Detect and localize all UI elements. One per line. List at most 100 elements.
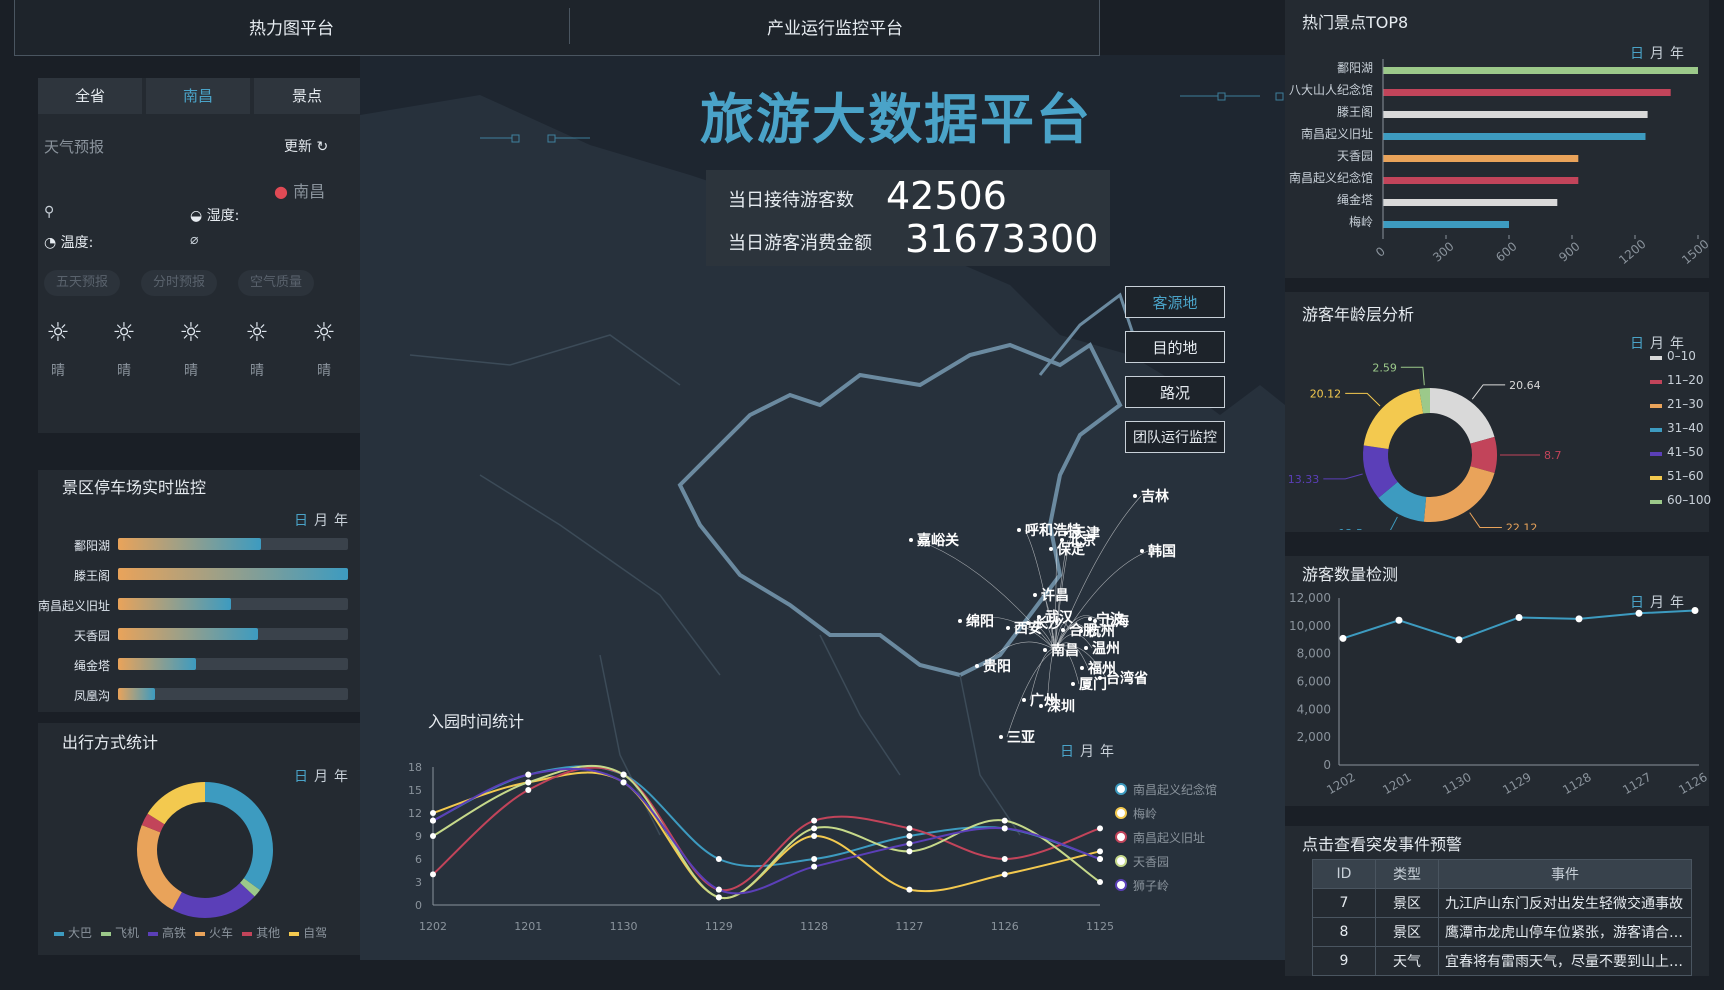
refresh-label: 更新 — [284, 139, 312, 155]
bar-category-label: 绳金塔 — [1337, 192, 1373, 207]
table-row[interactable]: 9 天气 宜春将有雷雨天气，尽量不要到山上… — [1312, 946, 1692, 976]
data-point — [620, 779, 627, 786]
data-point — [1001, 817, 1008, 824]
legend-swatch — [195, 931, 206, 936]
y-tick-label: 12 — [408, 807, 422, 820]
data-point — [430, 871, 436, 878]
legend-marker — [1117, 833, 1125, 841]
team-monitor-button[interactable]: 团队运行监控 — [1125, 421, 1225, 453]
origin-button[interactable]: 客源地 — [1125, 286, 1225, 318]
tab-province[interactable]: 全省 — [38, 78, 142, 114]
donut-value-label: 13.33 — [1288, 473, 1320, 486]
data-point — [1455, 636, 1463, 644]
traffic-button[interactable]: 路况 — [1125, 376, 1225, 408]
humidity-icon: ◒ — [190, 208, 203, 224]
parking-label: 绳金塔 — [73, 659, 110, 673]
header-type: 类型 — [1375, 859, 1439, 889]
legend-label[interactable]: 41–50 — [1667, 445, 1704, 459]
hourly-forecast-chip[interactable]: 分时预报 — [141, 270, 218, 296]
city-label: 台湾省 — [1106, 671, 1148, 687]
legend-item[interactable]: 飞机 — [101, 926, 139, 940]
tab-scenic[interactable]: 景点 — [254, 78, 360, 114]
tab-industry-monitor[interactable]: 产业运行监控平台 — [570, 14, 1100, 39]
events-title[interactable]: 点击查看突发事件预警 — [1302, 831, 1462, 855]
spend-label: 当日游客消费金额 — [728, 233, 872, 254]
bar-category-label: 八大山人纪念馆 — [1289, 82, 1373, 97]
table-row[interactable]: 7 景区 九江庐山东门反对出发生轻微交通事故 — [1312, 888, 1692, 918]
parking-label: 天香园 — [73, 629, 110, 643]
refresh-button[interactable]: 更新 ↻ — [284, 136, 328, 156]
data-point — [1395, 616, 1403, 624]
legend-label[interactable]: 11–20 — [1667, 373, 1704, 387]
donut-slice — [172, 882, 255, 918]
x-tick-label: 1127 — [895, 920, 923, 933]
city-dot — [1061, 628, 1065, 632]
parking-label: 凤凰沟 — [73, 689, 110, 703]
city-dot — [1071, 682, 1075, 686]
data-point — [1339, 634, 1347, 642]
data-point — [1635, 609, 1643, 617]
legend-label[interactable]: 天香园 — [1133, 853, 1169, 870]
bar — [1383, 155, 1579, 162]
y-tick-label: 0 — [1323, 758, 1331, 772]
y-tick-label: 3 — [415, 876, 422, 889]
bar-category-label: 鄱阳湖 — [1337, 60, 1373, 75]
legend-label: 大巴 — [68, 926, 93, 940]
legend-label[interactable]: 狮子岭 — [1133, 877, 1169, 894]
events-header-row: ID 类型 事件 — [1312, 859, 1692, 889]
legend-label[interactable]: 南昌起义旧址 — [1133, 829, 1205, 846]
legend-item[interactable]: 其他 — [242, 926, 280, 940]
series-line — [432, 764, 1101, 899]
data-point — [1001, 856, 1008, 862]
x-tick-label: 1201 — [514, 920, 542, 933]
five-day-forecast-chip[interactable]: 五天预报 — [44, 270, 121, 296]
tab-heatmap[interactable]: 热力图平台 — [14, 14, 569, 39]
legend-swatch — [1650, 404, 1662, 408]
y-tick-label: 4,000 — [1297, 702, 1331, 716]
y-tick-label: 2,000 — [1297, 730, 1331, 744]
legend-label[interactable]: 31–40 — [1667, 421, 1704, 435]
legend-swatch — [1650, 476, 1662, 480]
data-point — [1515, 613, 1523, 621]
sun-icon: ☼ — [112, 318, 136, 348]
thermometer-icon: ◔ — [44, 235, 57, 251]
legend-label[interactable]: 0–10 — [1667, 349, 1696, 363]
legend-item[interactable]: 大巴 — [54, 926, 92, 940]
weather-title: 天气预报 — [44, 138, 105, 156]
bar — [1383, 177, 1579, 184]
donut-leader-line — [1323, 473, 1363, 480]
wind-icon: ⚲ — [44, 204, 55, 220]
x-tick-label: 1128 — [1560, 770, 1593, 797]
legend-marker — [1117, 881, 1125, 889]
legend-label[interactable]: 梅岭 — [1133, 805, 1157, 822]
legend-marker — [1117, 785, 1125, 793]
refresh-icon: ↻ — [316, 139, 329, 155]
travel-range[interactable]: 日月年 — [294, 766, 354, 786]
x-tick-label: 1201 — [1380, 770, 1413, 797]
donut-leader-line — [1345, 392, 1381, 407]
table-row[interactable]: 8 景区 鹰潭市龙虎山停车位紧张，游客请合… — [1312, 917, 1692, 947]
y-tick-label: 0 — [415, 899, 422, 912]
air-quality-chip[interactable]: 空气质量 — [238, 270, 315, 296]
tab-nanchang[interactable]: 南昌 — [146, 78, 250, 114]
x-tick-label: 1200 — [1616, 237, 1648, 267]
bar — [1383, 221, 1509, 228]
header-event: 事件 — [1438, 859, 1692, 889]
x-tick-label: 1130 — [1440, 770, 1473, 797]
count-line-chart: 0 2,000 4,000 6,000 8,000 10,000 12,000 1202 120… — [1289, 591, 1709, 797]
parking-range[interactable]: 日月年 — [294, 510, 354, 530]
location[interactable]: ● 南昌 — [274, 178, 325, 202]
legend-item[interactable]: 自驾 — [289, 926, 327, 940]
legend-item[interactable]: 高铁 — [148, 926, 186, 940]
donut-slice — [1423, 466, 1495, 522]
parking-title: 景区停车场实时监控 — [62, 478, 207, 497]
legend-label[interactable]: 51–60 — [1667, 469, 1704, 483]
city-dot — [1033, 593, 1037, 597]
data-point — [1097, 856, 1103, 862]
legend-item[interactable]: 火车 — [195, 926, 233, 940]
age-title: 游客年龄层分析 — [1302, 305, 1415, 324]
legend-label[interactable]: 21–30 — [1667, 397, 1704, 411]
destination-button[interactable]: 目的地 — [1125, 331, 1225, 363]
legend-label[interactable]: 南昌起义纪念馆 — [1133, 781, 1217, 798]
legend-label[interactable]: 60–100 — [1667, 493, 1711, 507]
